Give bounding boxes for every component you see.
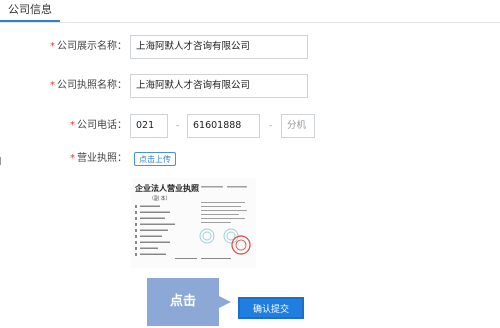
phone-extension-input[interactable]: 分机: [281, 114, 315, 138]
required-mark: *: [70, 153, 75, 164]
license-image[interactable]: 企业法人营业执照 （副 本）: [131, 178, 256, 268]
display-name-label-text: 公司展示名称：: [57, 41, 127, 52]
display-name-label: * 公司展示名称：: [50, 35, 127, 59]
required-mark: *: [50, 41, 55, 52]
legal-name-input[interactable]: 上海阿默人才咨询有限公司: [130, 74, 308, 98]
display-name-input[interactable]: 上海阿默人才咨询有限公司: [130, 35, 308, 59]
legal-name-label: * 公司执照名称：: [50, 74, 127, 98]
license-document-graphic: 企业法人营业执照 （副 本）: [131, 178, 256, 268]
phone-label-text: 公司电话：: [77, 120, 127, 131]
tab-bar: 公司信息: [0, 0, 500, 23]
edge-marker: [0, 157, 1, 165]
confirm-submit-button[interactable]: 确认提交: [238, 297, 304, 319]
phone-area-code-input[interactable]: 021: [130, 114, 168, 138]
click-callout: 点击: [147, 278, 231, 326]
required-mark: *: [70, 120, 75, 131]
phone-label: * 公司电话：: [70, 114, 127, 138]
required-mark: *: [50, 80, 55, 91]
license-subtitle: （副 本）: [149, 195, 171, 202]
upload-button[interactable]: 点击上传: [134, 152, 176, 166]
license-label-text: 营业执照：: [77, 153, 127, 164]
callout-text: 点击: [169, 294, 196, 309]
legal-name-label-text: 公司执照名称：: [57, 80, 127, 91]
license-title: 企业法人营业执照: [134, 183, 199, 193]
phone-separator: -: [269, 121, 273, 131]
phone-separator: -: [176, 121, 180, 131]
phone-number-input[interactable]: 61601888: [187, 114, 260, 138]
tab-company-info[interactable]: 公司信息: [0, 0, 60, 22]
license-label: * 营业执照：: [70, 147, 127, 171]
